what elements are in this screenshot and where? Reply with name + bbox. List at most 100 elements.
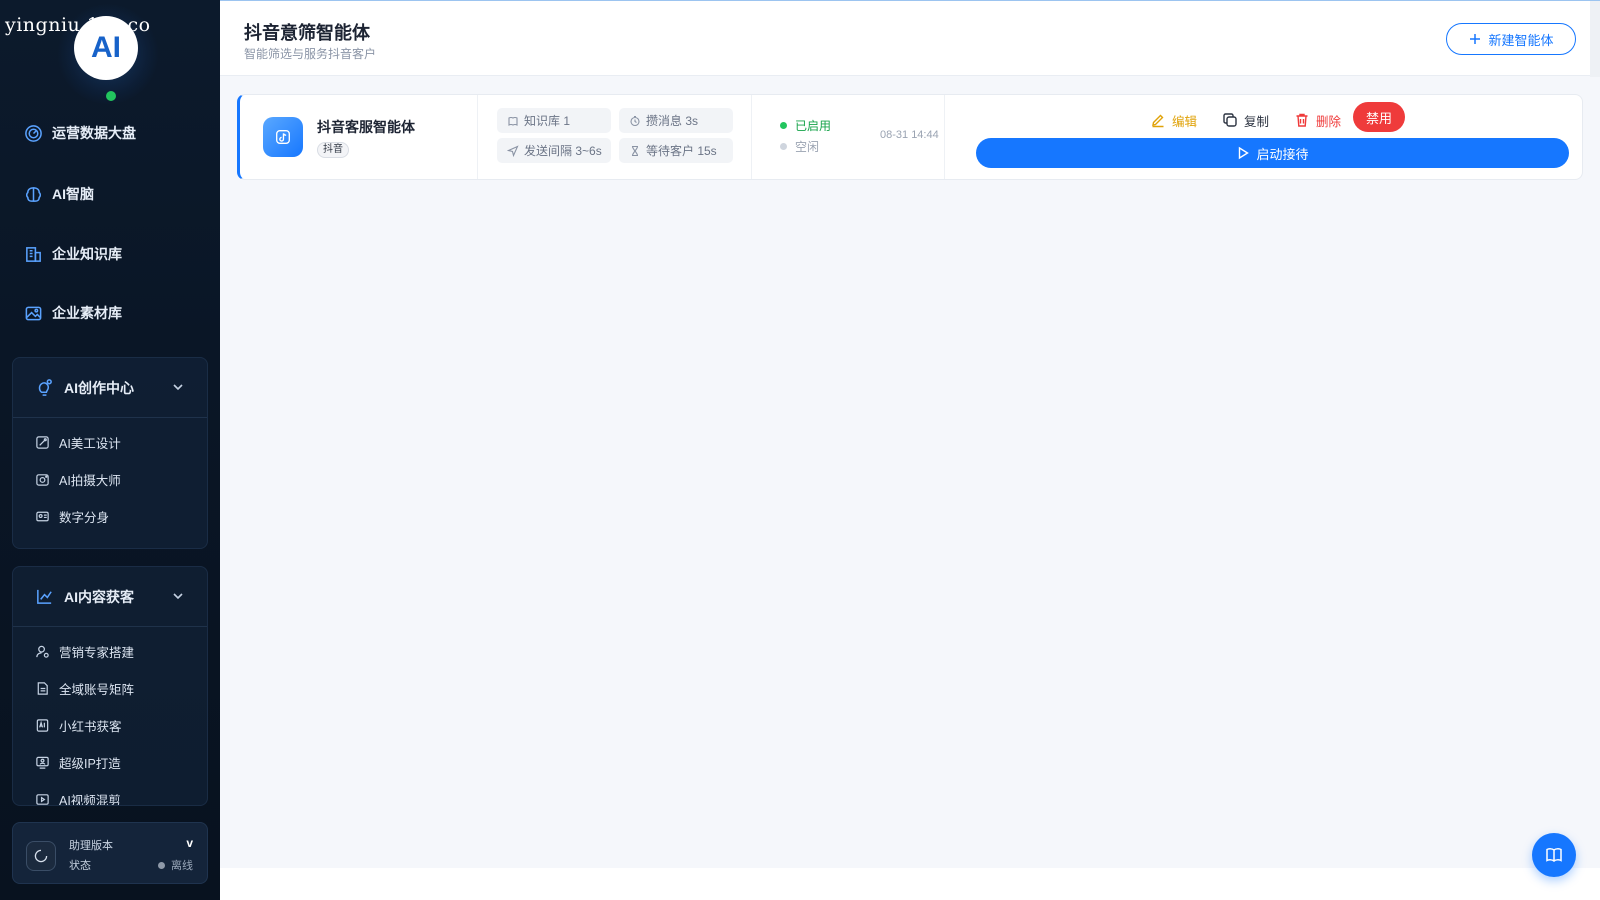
- nav-item-knowledge-base[interactable]: 企业知识库: [24, 242, 122, 266]
- page-subtitle: 智能筛选与服务抖音客户: [244, 47, 377, 61]
- sidebar-item-digital-avatar[interactable]: 数字分身: [13, 498, 207, 535]
- stat-send-interval: 发送间隔 3~6s: [497, 138, 611, 163]
- copy-button-label: 复制: [1244, 114, 1270, 129]
- nav-item-label: AI智脑: [52, 186, 94, 202]
- scrollbar[interactable]: [1590, 1, 1600, 77]
- stat-label: 知识库 1: [524, 114, 571, 128]
- pencil-icon: [1152, 114, 1164, 128]
- sidebar-item-label: 营销专家搭建: [59, 646, 135, 660]
- chevron-down-icon: [173, 593, 183, 600]
- sidebar: yingniu.10v.co AI 运营数据大盘 AI智脑 企业知识库 企业素材…: [0, 0, 220, 900]
- book-open-icon: [1546, 848, 1562, 862]
- nav-item-label: 企业知识库: [52, 246, 122, 262]
- sidebar-item-xiaohongshu[interactable]: 小红书获客: [13, 707, 207, 744]
- new-agent-button[interactable]: 新建智能体: [1446, 23, 1576, 55]
- document-icon: [37, 682, 48, 695]
- divider: [477, 95, 478, 179]
- status-enabled-text: 已启用: [795, 119, 832, 133]
- footer-strip: [220, 868, 1600, 900]
- camera-icon: [36, 474, 49, 486]
- divider: [751, 95, 752, 179]
- trend-chart-icon: [37, 589, 52, 604]
- page-title: 抖音意筛智能体: [244, 23, 370, 43]
- status-idle: 空闲: [780, 138, 819, 155]
- dashboard-icon: [25, 124, 42, 142]
- stat-label: 攒消息 3s: [646, 114, 699, 128]
- delete-button[interactable]: 删除: [1294, 109, 1341, 131]
- assistant-icon: [26, 841, 56, 871]
- nav-item-dashboard[interactable]: 运营数据大盘: [24, 121, 136, 145]
- plus-icon: [1470, 34, 1481, 44]
- sidebar-item-super-ip[interactable]: 超级IP打造: [13, 744, 207, 781]
- chevron-down-icon: [173, 384, 183, 391]
- play-icon: [1239, 146, 1250, 160]
- page-header: 抖音意筛智能体 智能筛选与服务抖音客户 新建智能体: [220, 0, 1600, 77]
- lightbulb-gear-icon: [38, 379, 52, 396]
- sidebar-item-account-matrix[interactable]: 全域账号矩阵: [13, 670, 207, 707]
- monitor-user-icon: [36, 756, 49, 769]
- design-icon: [36, 436, 49, 449]
- image-icon: [25, 306, 42, 320]
- brain-icon: [25, 186, 42, 202]
- building-icon: [26, 246, 41, 262]
- assistant-version-value: v: [186, 836, 193, 850]
- divider: [944, 95, 945, 179]
- status-idle-text: 空闲: [795, 140, 820, 154]
- copy-button[interactable]: 复制: [1222, 109, 1269, 131]
- sidebar-item-label: 小红书获客: [59, 720, 122, 734]
- agent-card: 抖音客服智能体 抖音 知识库 1 攒消息 3s 发送间隔 3~6s 等待客户 1…: [237, 94, 1583, 180]
- watermark-text: yingniu.10v.co: [5, 14, 151, 36]
- sidebar-group-ai-content: AI内容获客 营销专家搭建 全域账号矩阵 小红书获客 超级IP打造 AI视频混剪: [12, 566, 208, 806]
- group-title: AI内容获客: [64, 588, 134, 605]
- nav-item-ai-brain[interactable]: AI智脑: [24, 182, 94, 206]
- group-header-ai-creation[interactable]: AI创作中心: [13, 358, 207, 418]
- nav-item-label: 运营数据大盘: [52, 125, 136, 141]
- copy-icon: [1223, 113, 1237, 127]
- sidebar-item-ai-design[interactable]: AI美工设计: [13, 424, 207, 461]
- stat-message-buffer: 攒消息 3s: [619, 108, 733, 133]
- stat-label: 等待客户 15s: [646, 144, 717, 158]
- nav-item-material-library[interactable]: 企业素材库: [24, 301, 122, 325]
- sidebar-item-label: AI拍摄大师: [59, 474, 121, 488]
- start-reception-button[interactable]: 启动接待: [976, 138, 1569, 168]
- delete-button-label: 删除: [1316, 114, 1342, 129]
- ai-badge-icon: [36, 719, 49, 732]
- platform-tag: 抖音: [317, 142, 349, 158]
- new-agent-button-label: 新建智能体: [1488, 32, 1554, 48]
- assistant-status-text: 离线: [171, 860, 193, 872]
- assistant-version-label: 助理版本: [69, 840, 113, 852]
- sidebar-group-ai-creation: AI创作中心 AI美工设计 AI拍摄大师 数字分身: [12, 357, 208, 549]
- help-docs-button[interactable]: [1532, 833, 1576, 877]
- sidebar-item-ai-video[interactable]: AI视频混剪: [13, 781, 207, 805]
- timer-icon: [630, 115, 640, 126]
- stat-knowledge-base: 知识库 1: [497, 108, 611, 133]
- user-gear-icon: [36, 645, 49, 658]
- edit-button[interactable]: 编辑: [1150, 109, 1197, 131]
- online-indicator-dot: [106, 91, 116, 101]
- sidebar-item-label: 超级IP打造: [59, 757, 121, 771]
- hourglass-icon: [631, 145, 639, 156]
- sidebar-item-label: AI美工设计: [59, 437, 121, 451]
- sidebar-item-ai-photography[interactable]: AI拍摄大师: [13, 461, 207, 498]
- disable-button[interactable]: 禁用: [1353, 102, 1405, 132]
- status-enabled: 已启用: [780, 117, 831, 134]
- agent-name: 抖音客服智能体: [317, 119, 415, 135]
- assistant-status-value: 离线: [158, 857, 193, 873]
- group-title: AI创作中心: [64, 379, 134, 396]
- sidebar-item-marketing-expert[interactable]: 营销专家搭建: [13, 633, 207, 670]
- sidebar-item-label: 全域账号矩阵: [59, 683, 135, 697]
- edit-button-label: 编辑: [1172, 114, 1198, 129]
- stat-label: 发送间隔 3~6s: [524, 144, 602, 158]
- idle-dot: [780, 143, 787, 150]
- stat-wait-customer: 等待客户 15s: [619, 138, 733, 163]
- send-icon: [507, 144, 519, 157]
- sidebar-item-label: 数字分身: [59, 511, 110, 525]
- douyin-agent-icon: [263, 117, 303, 157]
- assistant-status-panel[interactable]: 助理版本 状态 v 离线: [12, 822, 208, 884]
- start-reception-label: 启动接待: [1256, 146, 1309, 162]
- enabled-dot: [780, 122, 787, 129]
- assistant-status-label: 状态: [69, 860, 91, 872]
- video-icon: [36, 794, 49, 805]
- group-header-ai-content[interactable]: AI内容获客: [13, 567, 207, 627]
- trash-icon: [1296, 113, 1308, 127]
